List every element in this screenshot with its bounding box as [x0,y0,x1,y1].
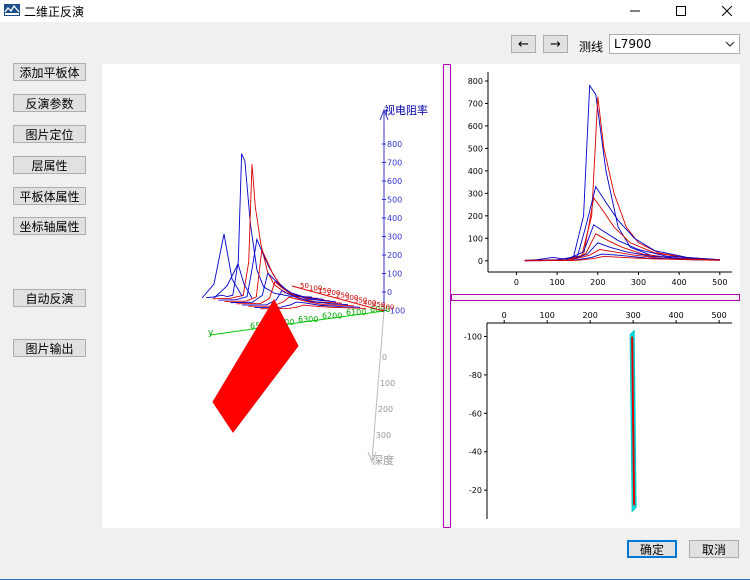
curve-3d-line [201,233,243,299]
x-tick-label: 500 [712,278,727,287]
layer-props-button[interactable]: 层属性 [13,156,86,174]
profile-chart-panel[interactable]: 800 700 600 500 400 300 200 100 0 0 100 200 300 400 50… [451,64,740,294]
green-tick-label: 6100 [346,308,366,317]
series-line [524,249,720,261]
line-select[interactable]: L7900 [609,34,740,54]
chevron-down-icon [725,41,735,47]
y-tick-label: 800 [468,77,483,86]
z-tick-label: 700 [387,159,402,168]
curve-3d-line [212,164,319,300]
y-tick-label: -60 [469,409,482,418]
x-tick-label: 400 [671,278,686,287]
y-tick-label: 400 [468,167,483,176]
z-tick-label: 500 [387,196,402,205]
next-line-button[interactable]: → [543,35,568,53]
ok-button[interactable]: 确定 [627,540,677,558]
z-tick-label: 800 [387,140,402,149]
z-tick-label: 200 [387,251,402,260]
close-button[interactable] [704,0,750,22]
inversion-params-button[interactable]: 反演参数 [13,94,86,112]
x-tick-label: 0 [514,278,519,287]
series-line [524,233,720,261]
minimize-icon [630,10,640,12]
view-3d-canvas: 视电阻率 8007006005004003002001000-100 深度 01… [201,103,428,467]
y-tick-label: -100 [464,332,482,341]
view-3d-panel[interactable]: 视电阻率 800 700 600 500 400 300 200 100 0 -100 深度 01… [102,64,442,528]
x-tick-label: 300 [625,311,640,320]
line-select-value: L7900 [614,37,652,51]
x-tick-label: 300 [631,278,646,287]
plate-props-button[interactable]: 平板体属性 [13,187,86,205]
series-line [524,96,720,261]
auto-inversion-button[interactable]: 自动反演 [13,289,86,307]
x-tick-label: 500 [711,311,726,320]
depth-tick-label: 200 [378,405,393,414]
y-tick-label: -20 [469,486,482,495]
z-tick-label: 100 [387,270,402,279]
section-chart: 0 100 200 300 400 500 -100 -80 -60 -40 -20 [464,311,732,519]
y-axis-label: y [208,328,214,338]
x-tick-label: 400 [668,311,683,320]
y-tick-label: -40 [469,448,482,457]
prev-line-button[interactable]: ← [511,35,536,53]
app-icon [4,4,20,16]
x-tick-label: 200 [590,278,605,287]
maximize-button[interactable] [658,0,704,22]
y-tick-label: 200 [468,212,483,221]
y-tick-label: 600 [468,122,483,131]
green-tick-label: 6200 [322,312,342,321]
line-label: 测线 [579,40,604,54]
vertical-splitter[interactable] [443,64,451,528]
x-tick-label: 0 [502,311,507,320]
z-tick-label: 0 [387,288,392,297]
x-tick-label: 100 [549,278,564,287]
series-line [524,196,720,261]
z-tick-label: 300 [387,233,402,242]
red-tick-label: 50 [300,282,309,290]
window-title: 二维正反演 [24,5,85,19]
image-locate-button[interactable]: 图片定位 [13,125,86,143]
depth-ticks: 0 100 200 300 [376,353,395,440]
section-chart-panel[interactable]: 0 100 200 300 400 500 -100 -80 -60 -40 -20 [451,301,740,528]
y-tick-label: 0 [478,257,483,266]
green-tick-label: 6300 [298,315,318,324]
add-plate-button[interactable]: 添加平板体 [13,63,86,81]
y-tick-label: 100 [468,234,483,243]
title-bar: 二维正反演 [0,0,750,22]
x-tick-label: 100 [540,311,555,320]
depth-tick-label: 100 [380,379,395,388]
cancel-button[interactable]: 取消 [689,540,739,558]
depth-axis-label: 深度 [372,453,394,467]
main-window: 二维正反演 添加平板体 反演参数 图片定位 层属性 平板体属性 坐标轴属性 自动… [0,0,750,580]
z-tick-label: 400 [387,214,402,223]
y-tick-label: -80 [469,371,482,380]
y-tick-label: 700 [468,99,483,108]
profile-chart: 800 700 600 500 400 300 200 100 0 0 100 200 300 400 50… [468,72,732,287]
x-tick-label: 200 [583,311,598,320]
y-tick-label: 300 [468,189,483,198]
depth-tick-label: 300 [376,431,391,440]
curve-3d-line [206,153,313,299]
series-line [524,185,720,261]
maximize-icon [676,6,686,16]
z-tick-label: 600 [387,177,402,186]
image-export-button[interactable]: 图片输出 [13,339,86,357]
red-tick-label: 500 [381,304,394,312]
series-line [524,84,720,261]
horizontal-splitter[interactable] [451,294,740,301]
y-tick-label: 500 [468,144,483,153]
curves-3d [201,153,367,310]
minimize-button[interactable] [612,0,658,22]
z-ticks: 8007006005004003002001000-100 [382,140,405,316]
close-icon [722,6,732,16]
axis-props-button[interactable]: 坐标轴属性 [13,217,86,235]
resistivity-axis-label: 视电阻率 [384,103,428,117]
depth-tick-label: 0 [382,353,387,362]
